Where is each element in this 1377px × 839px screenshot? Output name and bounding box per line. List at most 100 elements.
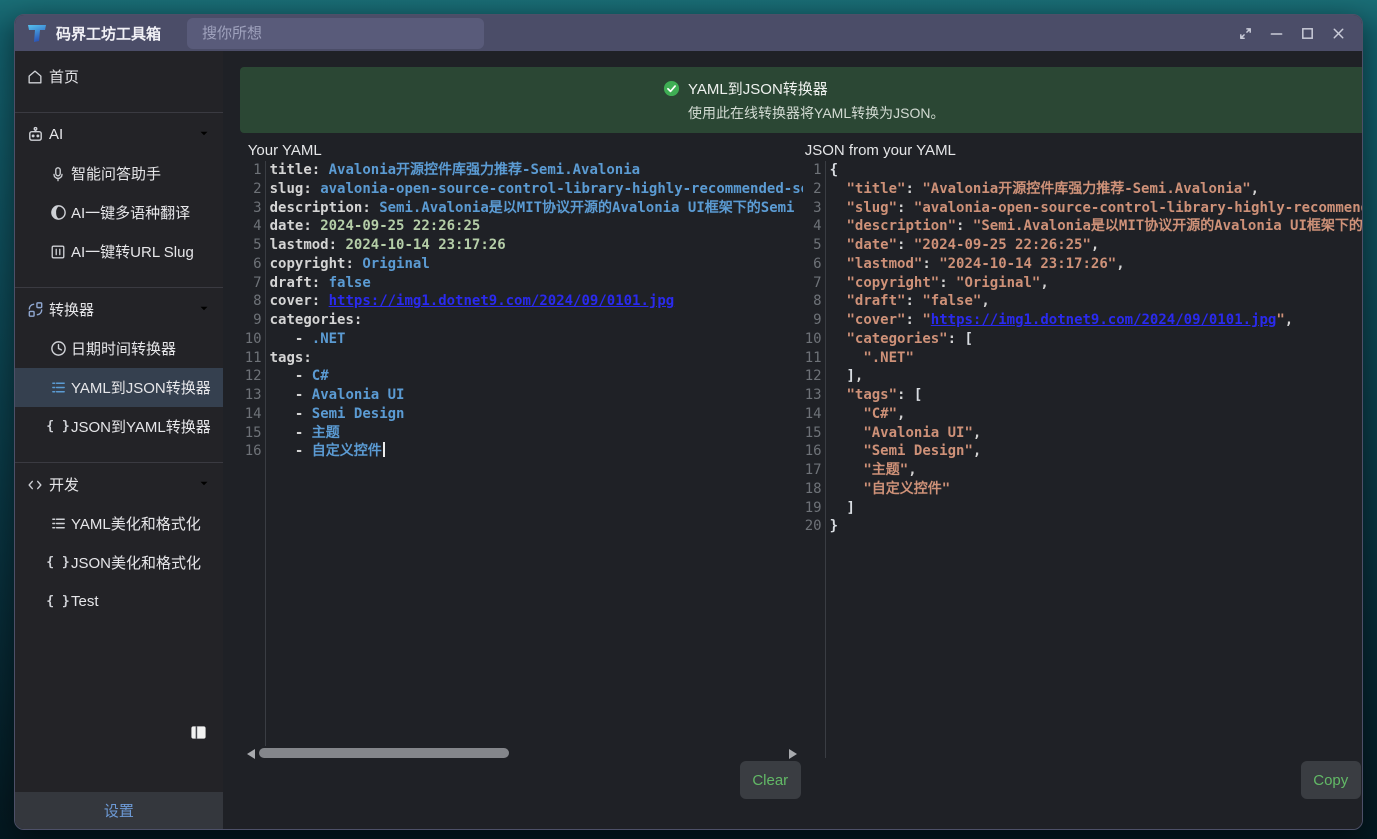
line-number: 11 [245,349,262,368]
sidebar-section-ai[interactable]: AI [15,115,223,154]
code-line: "Semi Design", [830,442,1363,461]
sidebar: 首页 AI 智能问答助手 [15,51,223,829]
json-editor[interactable]: 1234567891011121314151617181920 { "title… [805,161,1363,758]
code-line: "自定义控件" [830,480,1363,499]
line-number: 15 [805,424,822,443]
sidebar-section-dev[interactable]: 开发 [15,465,223,504]
code-icon [25,476,45,494]
code-line: "slug": "avalonia-open-source-control-li… [830,199,1363,218]
copy-button[interactable]: Copy [1301,761,1361,799]
code-line: "lastmod": "2024-10-14 23:17:26", [830,255,1363,274]
sidebar-item-test[interactable]: { } Test [15,582,223,621]
sidebar-item-qa-assistant[interactable]: 智能问答助手 [15,154,223,193]
search-input[interactable] [187,18,484,49]
yaml-code-area[interactable]: title: Avalonia开源控件库强力推荐-Semi.Avaloniasl… [266,161,803,746]
line-number: 15 [245,424,262,443]
json-code-area[interactable]: { "title": "Avalonia开源控件库强力推荐-Semi.Avalo… [826,161,1363,758]
close-icon [1331,26,1346,41]
code-line: "Avalonia UI", [830,424,1363,443]
line-number: 7 [805,274,822,293]
code-line: ] [830,499,1363,518]
sidebar-item-json-beautify[interactable]: { } JSON美化和格式化 [15,543,223,582]
line-number: 10 [245,330,262,349]
line-number: 9 [245,311,262,330]
scroll-right-arrow[interactable] [789,749,797,759]
sidebar-item-label: JSON美化和格式化 [71,552,211,573]
sidebar-item-yaml-to-json[interactable]: YAML到JSON转换器 [15,368,223,407]
sidebar-item-label: 首页 [49,66,211,87]
close-button[interactable] [1329,24,1347,42]
sidebar-item-label: 智能问答助手 [71,163,211,184]
line-number-gutter: 1234567891011121314151617181920 [805,161,826,758]
clock-icon [49,340,67,357]
minimize-button[interactable] [1267,24,1285,42]
code-line: "cover": "https://img1.dotnet9.com/2024/… [830,311,1363,330]
code-line: "主题", [830,461,1363,480]
scrollbar-thumb[interactable] [259,748,509,758]
settings-link[interactable]: 设置 [15,792,223,829]
line-number: 14 [245,405,262,424]
code-line: ], [830,367,1363,386]
line-number: 8 [245,292,262,311]
braces-icon: { } [49,555,67,570]
code-line: - C# [270,367,803,386]
line-number: 12 [245,367,262,386]
sidebar-section-label: AI [49,126,193,143]
code-line: "copyright": "Original", [830,274,1363,293]
code-line: "description": "Semi.Avalonia是以MIT协议开源的A… [830,217,1363,236]
line-number: 2 [805,180,822,199]
minimize-icon [1269,26,1284,41]
code-line: - Avalonia UI [270,386,803,405]
line-number: 5 [805,236,822,255]
clear-button[interactable]: Clear [740,761,801,799]
braces-icon: { } [49,419,67,434]
horizontal-scrollbar[interactable] [247,747,797,761]
sidebar-divider [15,462,223,463]
line-number: 17 [805,461,822,480]
code-line: ".NET" [830,349,1363,368]
text-caret [383,442,385,457]
sidebar-item-ai-url-slug[interactable]: AI一键转URL Slug [15,232,223,271]
code-line: "date": "2024-09-25 22:26:25", [830,236,1363,255]
yaml-editor[interactable]: 12345678910111213141516 title: Avalonia开… [245,161,803,746]
line-number: 7 [245,274,262,293]
sidebar-item-label: 日期时间转换器 [71,338,211,359]
sidebar-item-datetime-converter[interactable]: 日期时间转换器 [15,329,223,368]
url-link[interactable]: https://img1.dotnet9.com/2024/09/0101.jp… [329,293,675,309]
sidebar-section-converters[interactable]: 转换器 [15,290,223,329]
app-window: 码界工坊工具箱 首页 [14,14,1363,830]
line-number: 20 [805,517,822,536]
code-line: draft: false [270,274,803,293]
sidebar-item-label: YAML美化和格式化 [71,513,211,534]
code-line: "title": "Avalonia开源控件库强力推荐-Semi.Avaloni… [830,180,1363,199]
line-number: 13 [245,386,262,405]
line-number: 6 [805,255,822,274]
code-line: - .NET [270,330,803,349]
settings-label: 设置 [104,800,134,821]
collapse-sidebar-button[interactable] [190,724,207,741]
sidebar-item-yaml-beautify[interactable]: YAML美化和格式化 [15,504,223,543]
scroll-left-arrow[interactable] [247,749,255,759]
url-link[interactable]: https://img1.dotnet9.com/2024/09/0101.jp… [931,312,1277,328]
sidebar-item-ai-translate[interactable]: AI一键多语种翻译 [15,193,223,232]
code-line: lastmod: 2024-10-14 23:17:26 [270,236,803,255]
collapse-sidebar-icon [190,724,207,741]
window-titlebar: 码界工坊工具箱 [15,15,1362,51]
sidebar-item-label: AI一键转URL Slug [71,241,211,262]
sidebar-item-json-to-yaml[interactable]: { } JSON到YAML转换器 [15,407,223,446]
code-line: } [830,517,1363,536]
sidebar-section-label: 开发 [49,474,193,495]
list-icon [49,379,67,396]
expand-button[interactable] [1236,24,1254,42]
json-pane-title: JSON from your YAML [805,142,956,159]
banner-title: YAML到JSON转换器 [688,78,828,99]
line-number: 13 [805,386,822,405]
line-number: 8 [805,292,822,311]
line-number: 3 [805,199,822,218]
maximize-icon [1300,26,1315,41]
line-number: 5 [245,236,262,255]
maximize-button[interactable] [1298,24,1316,42]
code-line: { [830,161,1363,180]
line-number: 3 [245,199,262,218]
sidebar-item-home[interactable]: 首页 [15,57,223,96]
